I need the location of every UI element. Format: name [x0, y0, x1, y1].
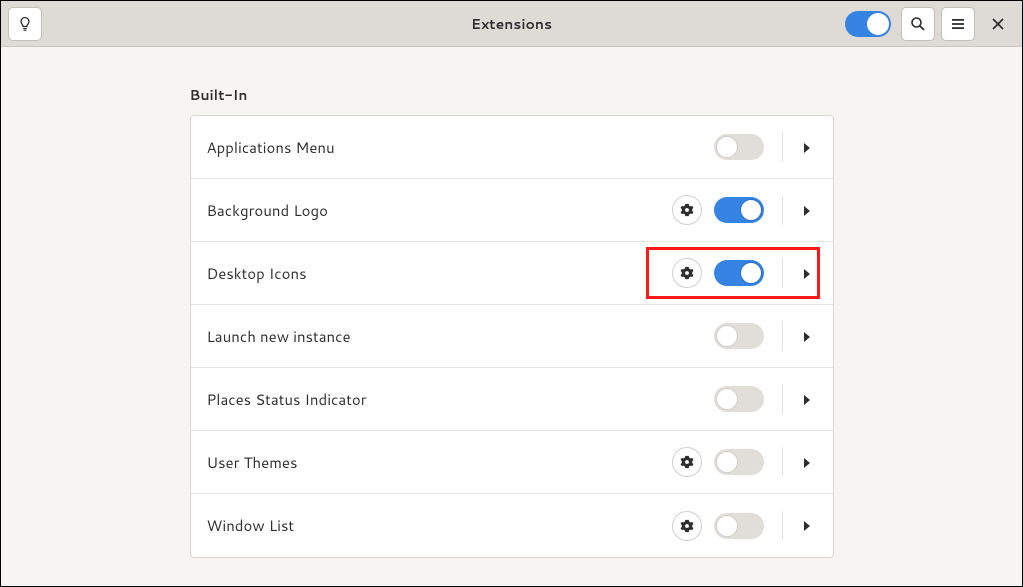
extension-name: Window List — [207, 515, 672, 536]
expand-button[interactable] — [797, 136, 817, 159]
section-header: Built-In — [190, 85, 834, 105]
separator — [782, 132, 783, 162]
expand-button[interactable] — [797, 451, 817, 474]
chevron-right-icon — [803, 143, 811, 153]
separator — [782, 447, 783, 477]
expand-button[interactable] — [797, 325, 817, 348]
extension-row: Desktop Icons — [191, 242, 833, 305]
close-icon — [992, 18, 1004, 30]
separator — [782, 384, 783, 414]
chevron-right-icon — [803, 206, 811, 216]
extension-name: Places Status Indicator — [207, 389, 714, 410]
search-icon — [910, 16, 926, 32]
gear-icon — [680, 455, 694, 469]
content-area: Built-In Applications Menu Background Log… — [1, 47, 1022, 558]
hamburger-icon — [950, 16, 966, 32]
extension-toggle[interactable] — [714, 386, 764, 412]
extension-toggle[interactable] — [714, 197, 764, 223]
extension-name: User Themes — [207, 452, 672, 473]
search-button[interactable] — [901, 7, 935, 41]
extension-row: Window List — [191, 494, 833, 557]
extension-name: Background Logo — [207, 200, 672, 221]
gear-icon — [680, 266, 694, 280]
extension-row: Launch new instance — [191, 305, 833, 368]
settings-button[interactable] — [672, 195, 702, 225]
extension-toggle[interactable] — [714, 260, 764, 286]
chevron-right-icon — [803, 395, 811, 405]
chevron-right-icon — [803, 332, 811, 342]
settings-button[interactable] — [672, 447, 702, 477]
lightbulb-icon — [17, 16, 33, 32]
extension-toggle[interactable] — [714, 323, 764, 349]
settings-button[interactable] — [672, 511, 702, 541]
extension-toggle[interactable] — [714, 134, 764, 160]
extensions-list: Applications Menu Background Logo Desktop … — [190, 115, 834, 558]
extension-name: Launch new instance — [207, 326, 714, 347]
expand-button[interactable] — [797, 199, 817, 222]
separator — [782, 195, 783, 225]
extension-row: Applications Menu — [191, 116, 833, 179]
extension-row: Places Status Indicator — [191, 368, 833, 431]
extensions-pane: Built-In Applications Menu Background Log… — [190, 85, 834, 558]
separator — [782, 258, 783, 288]
chevron-right-icon — [803, 458, 811, 468]
gear-icon — [680, 203, 694, 217]
expand-button[interactable] — [797, 514, 817, 537]
expand-button[interactable] — [797, 388, 817, 411]
extension-toggle[interactable] — [714, 449, 764, 475]
chevron-right-icon — [803, 521, 811, 531]
settings-button[interactable] — [672, 258, 702, 288]
menu-button[interactable] — [941, 7, 975, 41]
gear-icon — [680, 519, 694, 533]
chevron-right-icon — [803, 269, 811, 279]
separator — [782, 511, 783, 541]
separator — [782, 321, 783, 351]
extension-name: Applications Menu — [207, 137, 714, 158]
master-toggle[interactable] — [845, 11, 891, 37]
expand-button[interactable] — [797, 262, 817, 285]
extension-toggle[interactable] — [714, 513, 764, 539]
extension-row: User Themes — [191, 431, 833, 494]
extension-row: Background Logo — [191, 179, 833, 242]
tips-button[interactable] — [8, 7, 42, 41]
close-button[interactable] — [981, 7, 1015, 41]
headerbar: Extensions — [1, 1, 1022, 47]
extension-name: Desktop Icons — [207, 263, 672, 284]
